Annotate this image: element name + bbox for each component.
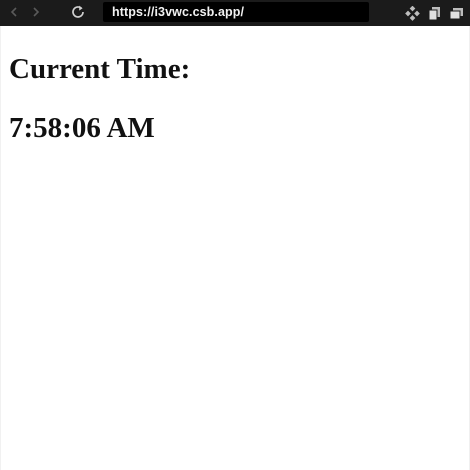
page-content: Current Time: 7:58:06 AM — [0, 26, 470, 470]
reload-button[interactable] — [67, 2, 89, 24]
forward-button[interactable] — [25, 2, 47, 24]
url-text: https://i3vwc.csb.app/ — [112, 5, 245, 19]
arrow-left-icon — [8, 6, 20, 21]
arrow-right-icon — [30, 6, 42, 21]
address-bar[interactable]: https://i3vwc.csb.app/ — [103, 2, 369, 22]
extensions-icon[interactable] — [404, 5, 420, 21]
current-time-value: 7:58:06 AM — [9, 112, 155, 144]
copy-icon[interactable] — [426, 5, 442, 21]
browser-toolbar: https://i3vwc.csb.app/ — [0, 0, 470, 26]
reload-icon — [70, 4, 86, 23]
toolbar-actions — [404, 0, 464, 26]
back-button[interactable] — [3, 2, 25, 24]
current-time-heading: Current Time: — [9, 53, 191, 85]
tabs-icon[interactable] — [448, 5, 464, 21]
